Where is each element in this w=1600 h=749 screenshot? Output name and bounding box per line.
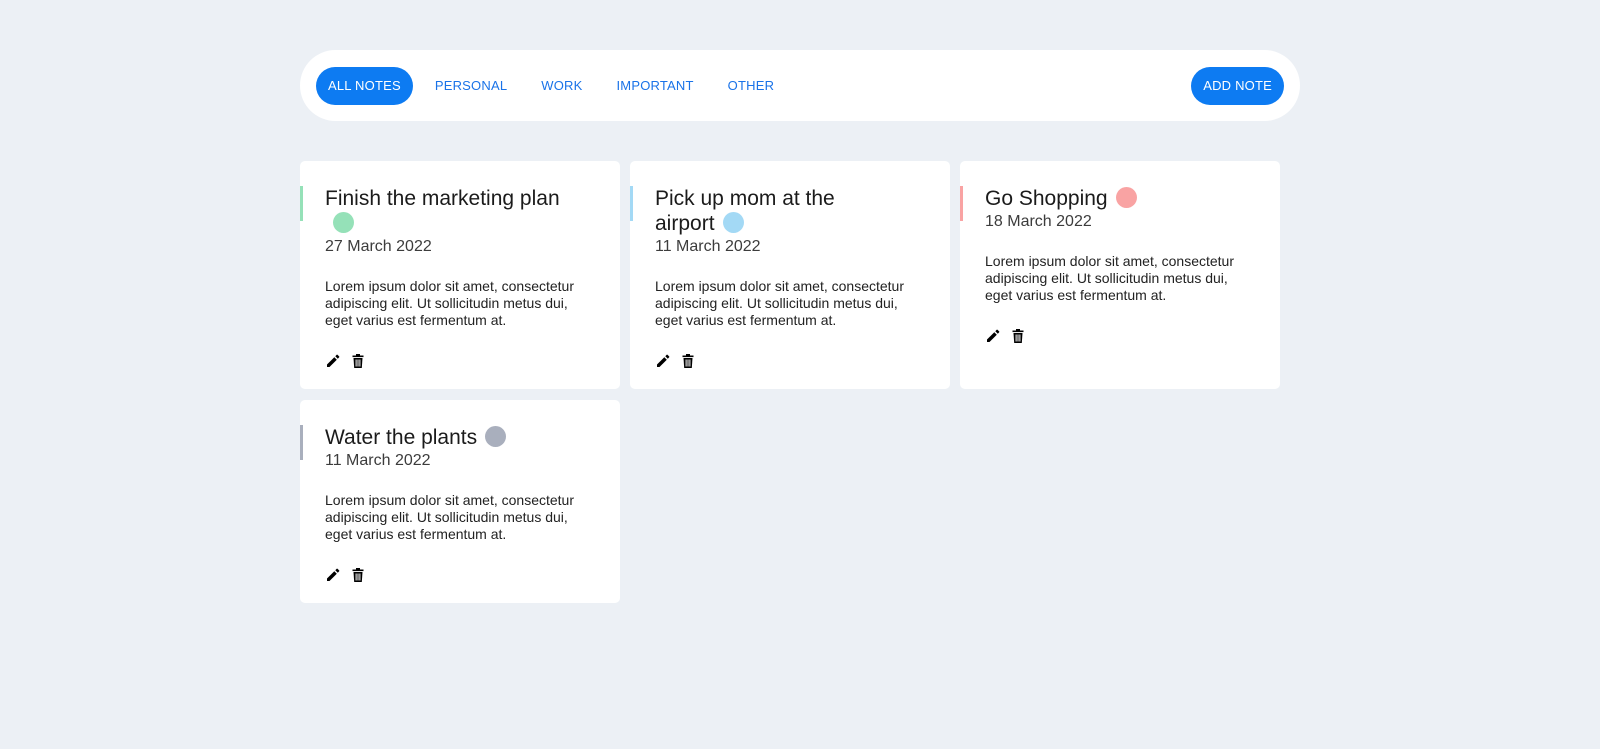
note-date: 27 March 2022 — [325, 238, 432, 255]
trash-icon[interactable] — [680, 350, 696, 368]
tab-work[interactable]: WORK — [529, 67, 594, 105]
note-category-accent — [960, 186, 963, 221]
note-body: Lorem ipsum dolor sit amet, consectetur … — [325, 278, 574, 328]
notes-nav-bar: ALL NOTES PERSONAL WORK IMPORTANT OTHER … — [300, 50, 1300, 121]
note-card: Finish the marketing plan 27 March 2022 … — [300, 161, 620, 389]
note-category-accent — [300, 425, 303, 460]
note-actions — [985, 325, 1225, 343]
tab-other[interactable]: OTHER — [716, 67, 787, 105]
note-actions — [325, 564, 565, 582]
note-actions — [655, 350, 895, 368]
note-card: Pick up mom at the airport 11 March 2022… — [630, 161, 950, 389]
add-note-button[interactable]: ADD NOTE — [1191, 66, 1284, 105]
category-dot — [333, 212, 354, 233]
note-card: Go Shopping 18 March 2022 Lorem ipsum do… — [960, 161, 1280, 389]
note-date: 11 March 2022 — [325, 452, 431, 469]
category-dot — [1115, 187, 1137, 208]
note-title: Pick up mom at the airport — [655, 187, 835, 235]
pencil-icon[interactable] — [325, 564, 341, 581]
note-body: Lorem ipsum dolor sit amet, consectetur … — [655, 278, 904, 328]
trash-icon[interactable] — [350, 350, 366, 368]
note-card: Water the plants 11 March 2022 Lorem ips… — [300, 400, 620, 603]
trash-icon[interactable] — [350, 564, 366, 582]
note-category-accent — [630, 186, 633, 221]
tab-personal[interactable]: PERSONAL — [423, 67, 519, 105]
note-title: Finish the marketing plan — [325, 187, 560, 210]
pencil-icon[interactable] — [325, 350, 341, 367]
tab-all-notes[interactable]: ALL NOTES — [316, 66, 413, 105]
pencil-icon[interactable] — [985, 325, 1001, 342]
note-title: Go Shopping — [985, 187, 1108, 210]
category-dot — [722, 212, 744, 233]
tab-important[interactable]: IMPORTANT — [605, 67, 706, 105]
note-body: Lorem ipsum dolor sit amet, consectetur … — [325, 492, 574, 542]
category-dot — [485, 426, 507, 447]
note-date: 11 March 2022 — [655, 238, 761, 255]
note-actions — [325, 350, 565, 368]
note-date: 18 March 2022 — [985, 213, 1092, 230]
note-body: Lorem ipsum dolor sit amet, consectetur … — [985, 253, 1234, 303]
note-title: Water the plants — [325, 426, 478, 449]
note-category-accent — [300, 186, 303, 221]
trash-icon[interactable] — [1010, 325, 1026, 343]
pencil-icon[interactable] — [655, 350, 671, 367]
